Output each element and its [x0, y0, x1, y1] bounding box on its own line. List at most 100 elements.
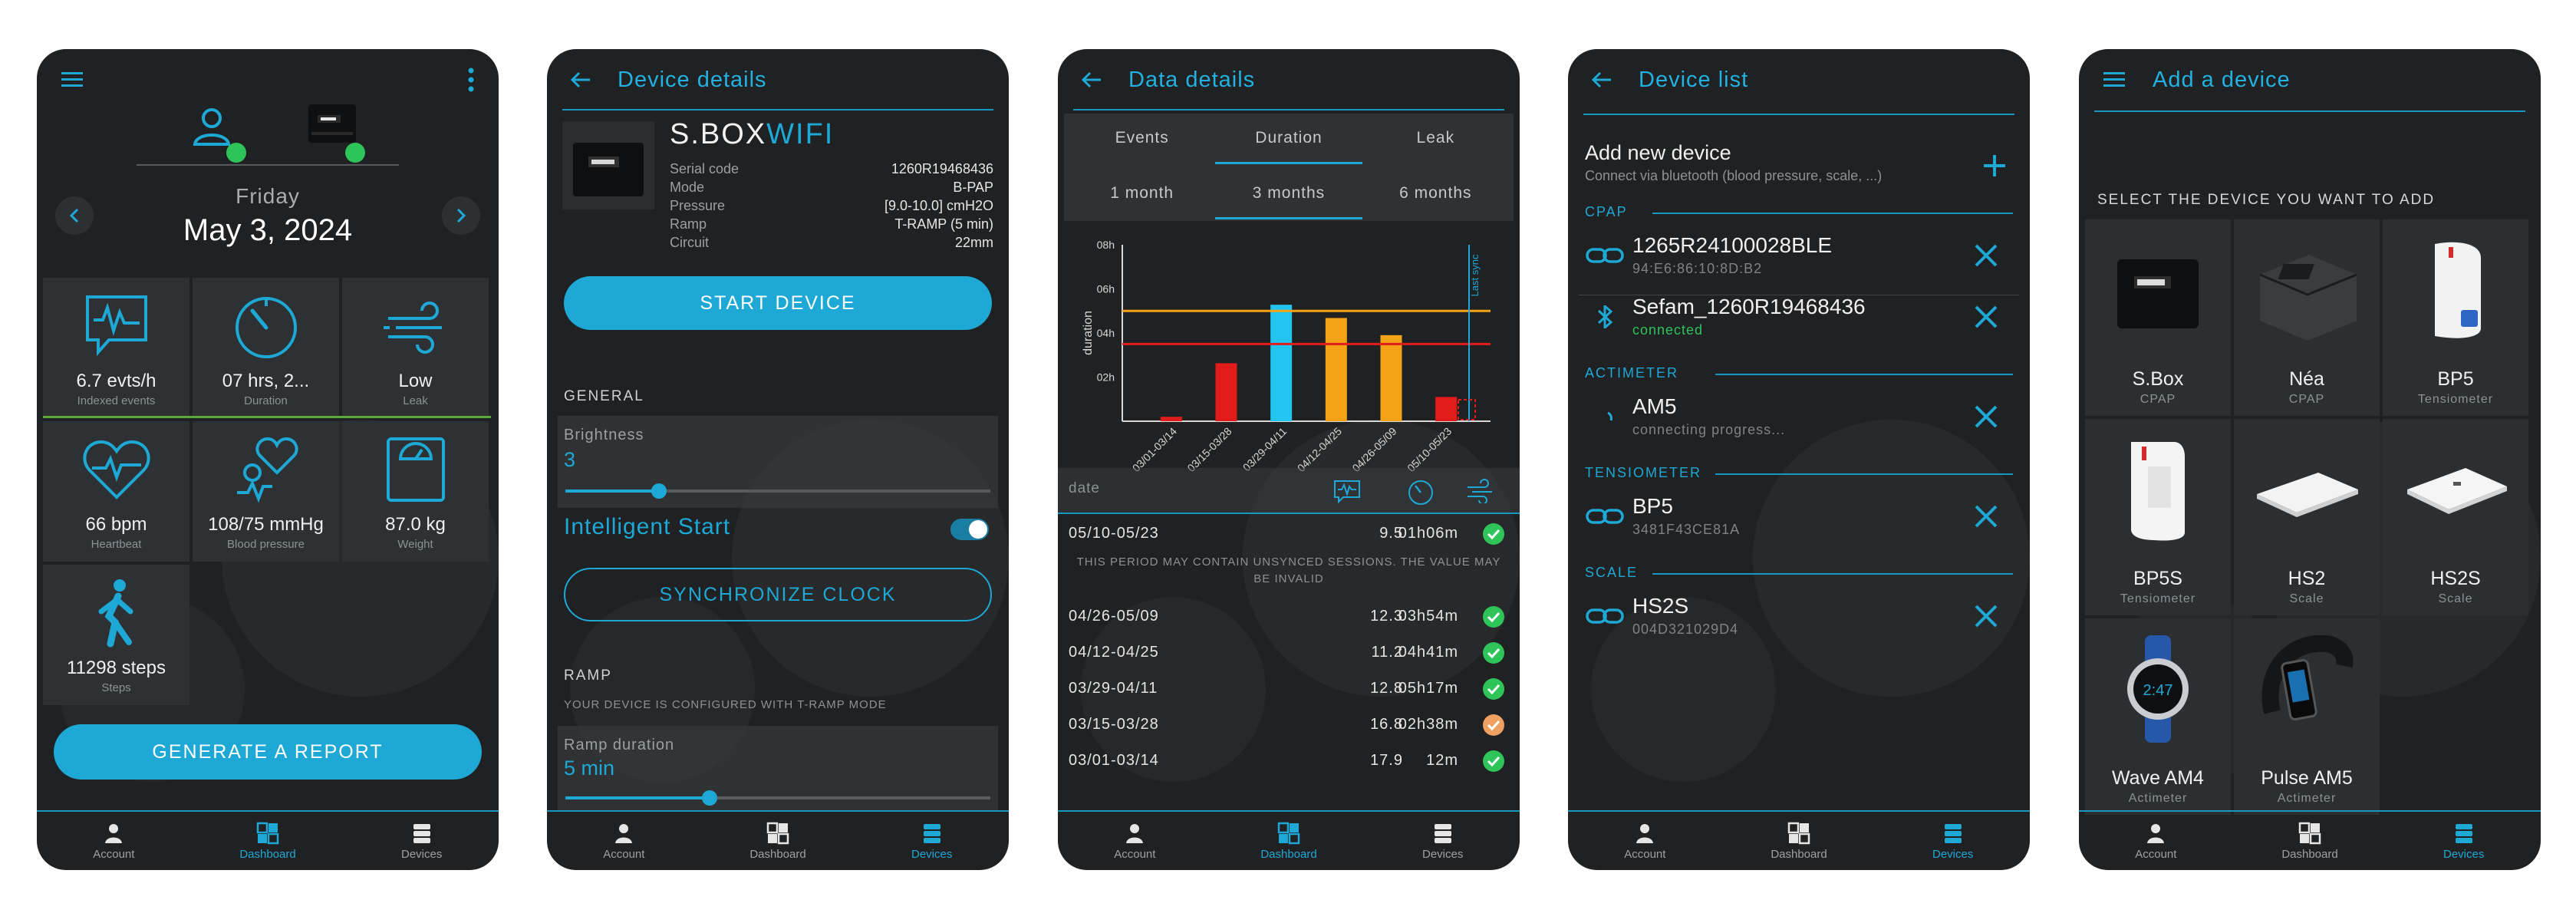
nav-account[interactable]: Account: [1568, 812, 1722, 870]
nav-dashboard[interactable]: Dashboard: [1212, 812, 1366, 870]
user-icon: [1126, 823, 1144, 843]
tile-label: Steps: [101, 681, 131, 694]
nav-devices[interactable]: Devices: [1876, 812, 2030, 870]
wind-icon[interactable]: [1464, 479, 1495, 503]
nav-dashboard[interactable]: Dashboard: [1722, 812, 1876, 870]
device-option-wave-am4[interactable]: 2:47 Wave AM4 Actimeter: [2085, 618, 2231, 815]
ramp-duration-slider[interactable]: [565, 790, 990, 806]
nav-devices[interactable]: Devices: [2387, 812, 2541, 870]
close-icon[interactable]: [1972, 241, 2001, 270]
close-icon[interactable]: [1972, 302, 2001, 331]
back-arrow-icon[interactable]: [1591, 71, 1612, 89]
general-section-label: GENERAL: [564, 388, 644, 404]
tile-value: 87.0 kg: [385, 514, 446, 535]
generate-report-button[interactable]: GENERATE A REPORT: [54, 724, 482, 780]
table-row[interactable]: 05/10-05/23 9.5 01h06m: [1069, 519, 1509, 549]
user-icon[interactable]: [190, 104, 233, 151]
nav-devices[interactable]: Devices: [1365, 812, 1520, 870]
start-device-button[interactable]: START DEVICE: [564, 276, 992, 330]
close-icon[interactable]: [1972, 402, 2001, 431]
duration-chart: 02h 04h 06h 08h duration 03/01-03/14 03/15-03/…: [1082, 239, 1491, 474]
device-option-type: CPAP: [2288, 393, 2325, 406]
close-icon[interactable]: [1972, 602, 2001, 631]
device-option-bp5[interactable]: BP5 Tensiometer: [2383, 219, 2528, 416]
nav-dashboard[interactable]: Dashboard: [2233, 812, 2387, 870]
back-arrow-icon[interactable]: [570, 71, 591, 89]
cell-duration: 01h06m: [1398, 525, 1458, 542]
cell-events: 17.9: [1370, 752, 1403, 769]
page-title: Add a device: [2153, 67, 2291, 92]
nav-account[interactable]: Account: [1058, 812, 1212, 870]
slider-knob[interactable]: [651, 483, 667, 499]
device-option-name: HS2: [2288, 568, 2326, 589]
tab-events[interactable]: Events: [1069, 129, 1215, 147]
more-vertical-icon[interactable]: [466, 67, 476, 93]
device-row[interactable]: BP5 3481F43CE81A: [1579, 486, 2019, 546]
table-row[interactable]: 04/26-05/09 12.3 03h54m: [1069, 602, 1509, 632]
close-icon[interactable]: [1972, 502, 2001, 531]
ramp-section-label: RAMP: [564, 668, 612, 684]
range-6-months[interactable]: 6 months: [1362, 184, 1509, 203]
device-option-hs2s[interactable]: HS2S Scale: [2383, 419, 2528, 615]
chart-bar: [1435, 397, 1458, 421]
synchronize-clock-button[interactable]: SYNCHRONIZE CLOCK: [564, 568, 992, 621]
device-option-sbox[interactable]: S.Box CPAP: [2085, 219, 2231, 416]
waveform-chat-icon[interactable]: [1332, 479, 1362, 503]
nav-devices[interactable]: Devices: [344, 812, 499, 870]
tile-leak[interactable]: Low Leak: [342, 278, 489, 418]
nav-account[interactable]: Account: [37, 812, 191, 870]
device-row[interactable]: 1265R24100028BLE 94:E6:86:10:8D:B2: [1579, 226, 2019, 285]
table-row[interactable]: 03/29-04/11 12.8 05h17m: [1069, 674, 1509, 704]
device-option-nea[interactable]: Néa CPAP: [2234, 219, 2380, 416]
tile-value: 108/75 mmHg: [208, 514, 324, 535]
device-row[interactable]: AM5 connecting progress...: [1579, 387, 2019, 447]
table-row[interactable]: 03/15-03/28 16.8 02h38m: [1069, 710, 1509, 740]
plus-icon[interactable]: [1981, 152, 2008, 180]
check-icon: [1483, 750, 1504, 772]
table-row[interactable]: 03/01-03/14 17.9 12m: [1069, 746, 1509, 776]
tab-leak[interactable]: Leak: [1362, 129, 1509, 147]
brightness-slider[interactable]: [565, 483, 990, 499]
add-new-device-row[interactable]: Add new device Connect via bluetooth (bl…: [1585, 141, 2013, 195]
device-row[interactable]: Sefam_1260R19468436 connected: [1579, 287, 2019, 347]
nav-dashboard[interactable]: Dashboard: [191, 812, 345, 870]
tile-label: Leak: [403, 394, 428, 407]
tile-heartbeat[interactable]: 66 bpm Heartbeat: [43, 421, 189, 562]
nav-account[interactable]: Account: [547, 812, 701, 870]
nav-dashboard[interactable]: Dashboard: [701, 812, 855, 870]
table-row[interactable]: 04/12-04/25 11.2 04h41m: [1069, 638, 1509, 668]
device-option-name: Pulse AM5: [2261, 767, 2353, 789]
gauge-icon[interactable]: [1406, 477, 1435, 506]
device-row[interactable]: HS2S 004D321029D4: [1579, 586, 2019, 646]
tile-steps[interactable]: 11298 steps Steps: [43, 565, 189, 705]
device-name: AM5: [1632, 394, 1677, 418]
tile-events[interactable]: 6.7 evts/h Indexed events: [43, 278, 189, 418]
range-3-months[interactable]: 3 months: [1215, 184, 1362, 219]
device-option-hs2[interactable]: HS2 Scale: [2234, 419, 2380, 615]
back-arrow-icon[interactable]: [1081, 71, 1102, 89]
bathroom-scale-image: [2407, 468, 2507, 514]
device-catalog: S.Box CPAP Néa CPAP BP5 Tensiometer BP5S…: [2085, 219, 2528, 815]
device-option-bp5s[interactable]: BP5S Tensiometer: [2085, 419, 2231, 615]
link-icon: [1586, 509, 1624, 524]
nav-account[interactable]: Account: [2079, 812, 2233, 870]
device-option-pulse-am5[interactable]: Pulse AM5 Actimeter: [2234, 618, 2380, 815]
menu-icon[interactable]: [2102, 70, 2126, 90]
tile-blood-pressure[interactable]: 108/75 mmHg Blood pressure: [193, 421, 339, 562]
category-tensiometer: TENSIOMETER: [1585, 465, 2013, 483]
spinner-icon: [1607, 411, 1612, 421]
device-thumbnail[interactable]: [305, 100, 359, 150]
range-1-month[interactable]: 1 month: [1069, 184, 1215, 203]
nav-devices[interactable]: Devices: [855, 812, 1009, 870]
tab-duration[interactable]: Duration: [1215, 129, 1362, 164]
tile-weight[interactable]: 87.0 kg Weight: [342, 421, 489, 562]
y-tick-label: 04h: [1097, 327, 1115, 339]
link-icon: [1586, 608, 1624, 624]
menu-icon[interactable]: [60, 70, 84, 90]
tile-duration[interactable]: 07 hrs, 2... Duration: [193, 278, 339, 418]
spec-value: B-PAP: [953, 180, 993, 195]
spec-value: [9.0-10.0] cmH2O: [884, 198, 993, 213]
spec-row: Circuit 22mm: [670, 233, 993, 252]
intelligent-start-toggle[interactable]: [950, 519, 989, 540]
add-new-title: Add new device: [1585, 141, 1731, 164]
